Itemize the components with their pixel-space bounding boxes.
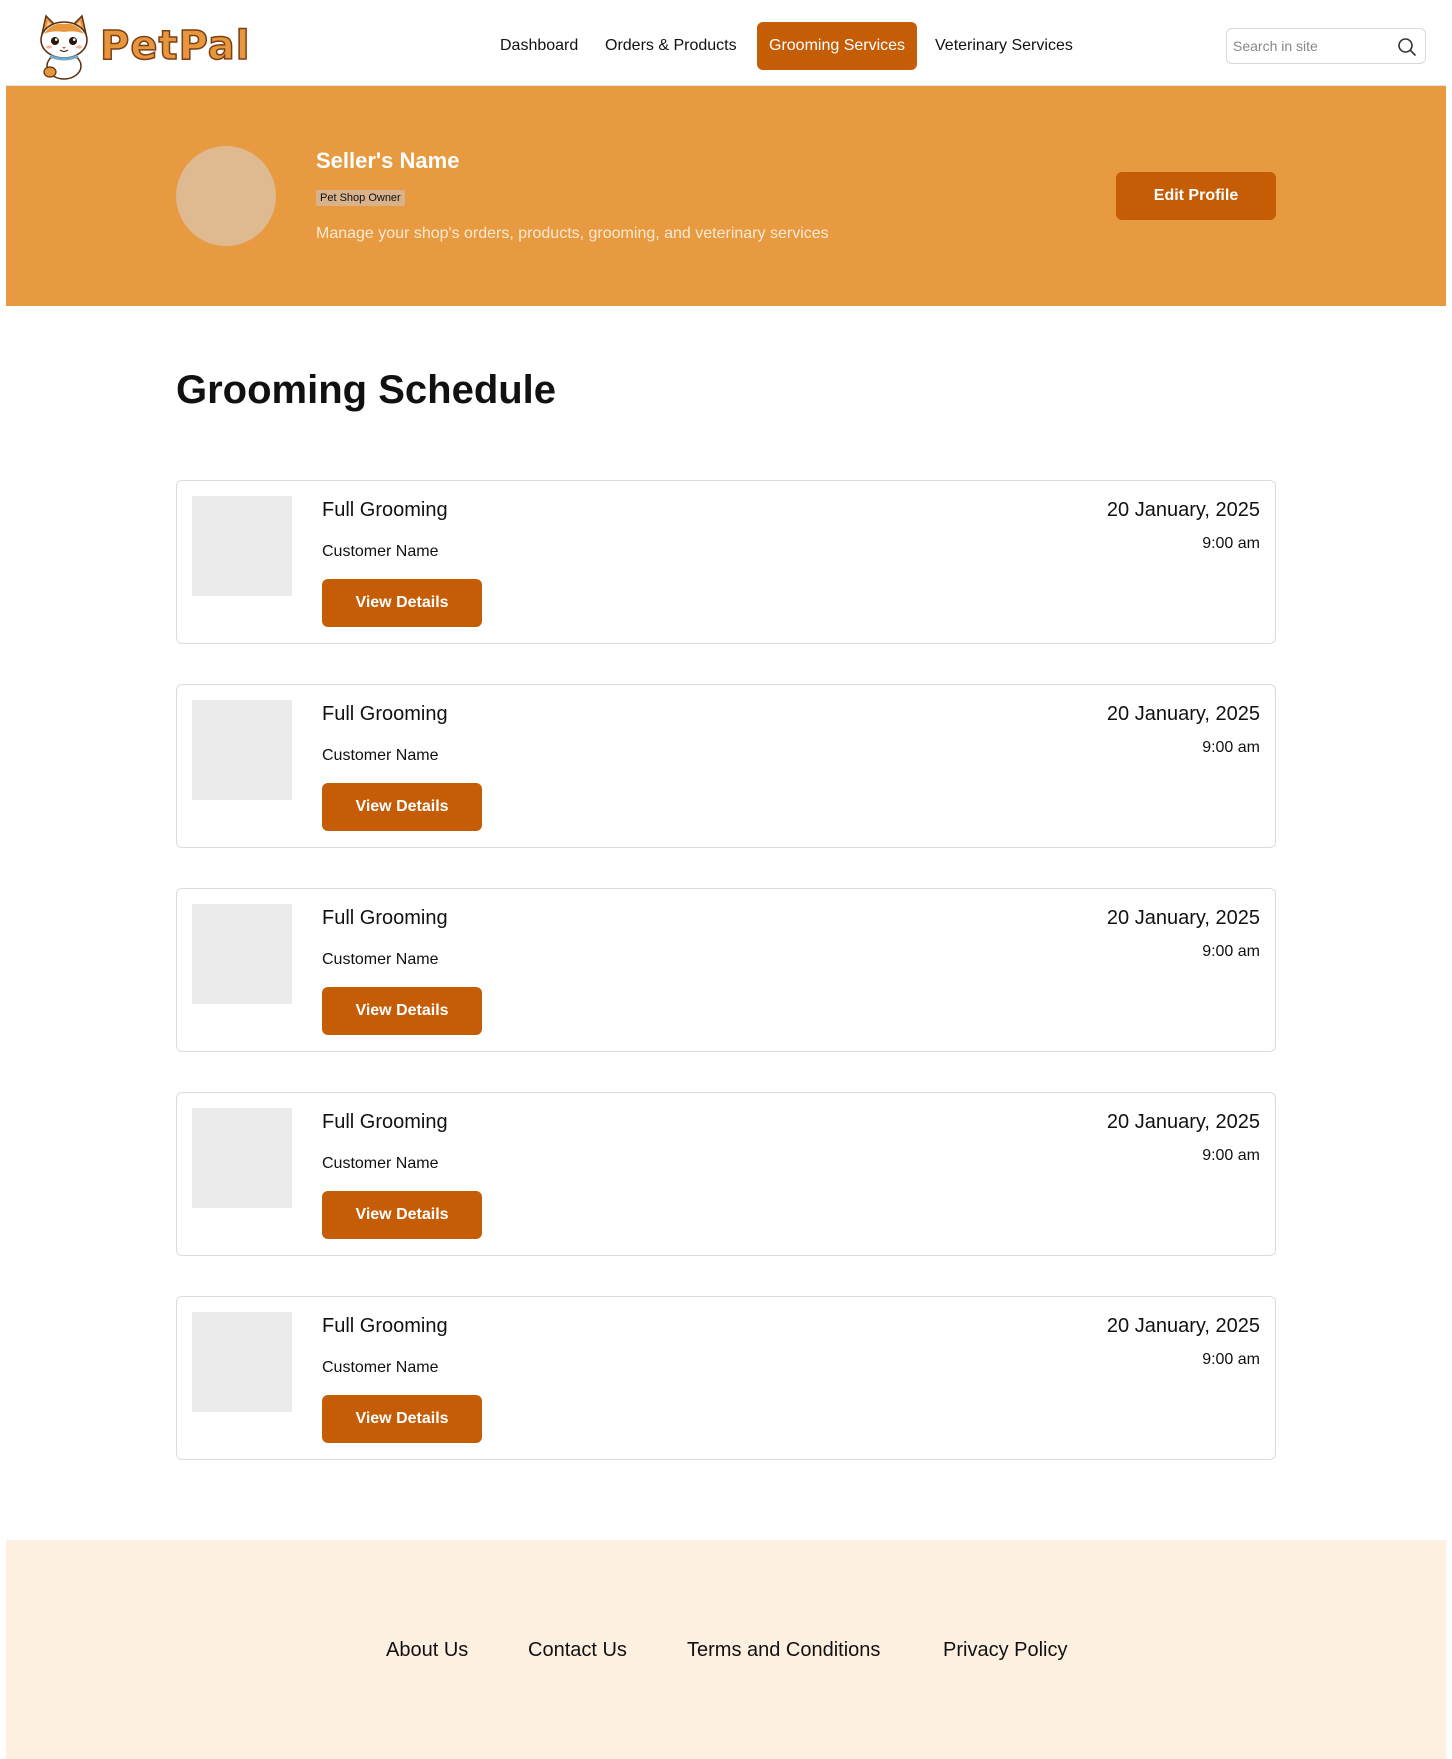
petpal-logo[interactable]: PetPal: [32, 12, 272, 80]
appointment-date: 20 January, 2025: [1106, 907, 1260, 929]
appointment-card: Full Grooming Customer Name View Details…: [176, 684, 1276, 848]
nav-veterinary-services[interactable]: Veterinary Services: [923, 22, 1085, 70]
appointment-thumbnail: [192, 700, 292, 800]
appointment-card: Full Grooming Customer Name View Details…: [176, 480, 1276, 644]
appointment-date: 20 January, 2025: [1106, 1111, 1260, 1133]
appointment-thumbnail: [192, 1312, 292, 1412]
appointment-time: 9:00 am: [1202, 1147, 1260, 1164]
footer-link-about-us[interactable]: About Us: [386, 1639, 468, 1662]
customer-name: Customer Name: [322, 1359, 439, 1376]
service-name: Full Grooming: [322, 703, 448, 725]
search-input[interactable]: [1233, 31, 1393, 61]
customer-name: Customer Name: [322, 951, 439, 968]
seller-avatar: [176, 146, 276, 246]
appointment-card: Full Grooming Customer Name View Details…: [176, 888, 1276, 1052]
nav-orders-products[interactable]: Orders & Products: [593, 22, 749, 70]
appointment-time: 9:00 am: [1202, 739, 1260, 756]
cat-mascot-icon: [40, 14, 88, 80]
service-name: Full Grooming: [322, 1315, 448, 1337]
page-title: Grooming Schedule: [176, 368, 557, 412]
appointment-date: 20 January, 2025: [1106, 703, 1260, 725]
appointment-card: Full Grooming Customer Name View Details…: [176, 1092, 1276, 1256]
appointment-card: Full Grooming Customer Name View Details…: [176, 1296, 1276, 1460]
site-footer: About Us Contact Us Terms and Conditions…: [6, 1540, 1446, 1759]
footer-link-terms[interactable]: Terms and Conditions: [687, 1639, 880, 1662]
appointment-time: 9:00 am: [1202, 1351, 1260, 1368]
grooming-appointment-list: Full Grooming Customer Name View Details…: [176, 480, 1276, 1500]
view-details-button[interactable]: View Details: [322, 1395, 482, 1443]
appointment-time: 9:00 am: [1202, 535, 1260, 552]
seller-profile-banner: Seller's Name Pet Shop Owner Manage your…: [6, 86, 1446, 306]
customer-name: Customer Name: [322, 747, 439, 764]
view-details-button[interactable]: View Details: [322, 1191, 482, 1239]
appointment-thumbnail: [192, 496, 292, 596]
footer-link-privacy-policy[interactable]: Privacy Policy: [943, 1639, 1067, 1662]
logo-wordmark: PetPal: [99, 22, 251, 70]
footer-link-contact-us[interactable]: Contact Us: [528, 1639, 627, 1662]
appointment-thumbnail: [192, 904, 292, 1004]
page: PetPal Dashboard Orders & Products Groom…: [6, 6, 1446, 1759]
customer-name: Customer Name: [322, 1155, 439, 1172]
search-box: [1226, 28, 1426, 64]
view-details-button[interactable]: View Details: [322, 783, 482, 831]
service-name: Full Grooming: [322, 1111, 448, 1133]
customer-name: Customer Name: [322, 543, 439, 560]
nav-grooming-services[interactable]: Grooming Services: [757, 22, 918, 70]
role-badge: Pet Shop Owner: [316, 190, 405, 206]
service-name: Full Grooming: [322, 499, 448, 521]
appointment-date: 20 January, 2025: [1106, 1315, 1260, 1337]
appointment-time: 9:00 am: [1202, 943, 1260, 960]
view-details-button[interactable]: View Details: [322, 987, 482, 1035]
edit-profile-button[interactable]: Edit Profile: [1116, 172, 1276, 220]
view-details-button[interactable]: View Details: [322, 579, 482, 627]
top-header: PetPal Dashboard Orders & Products Groom…: [6, 6, 1446, 86]
appointment-thumbnail: [192, 1108, 292, 1208]
seller-name: Seller's Name: [316, 148, 460, 173]
appointment-date: 20 January, 2025: [1106, 499, 1260, 521]
service-name: Full Grooming: [322, 907, 448, 929]
search-icon[interactable]: [1397, 37, 1417, 57]
nav-dashboard[interactable]: Dashboard: [488, 22, 590, 70]
profile-description: Manage your shop's orders, products, gro…: [316, 225, 829, 242]
